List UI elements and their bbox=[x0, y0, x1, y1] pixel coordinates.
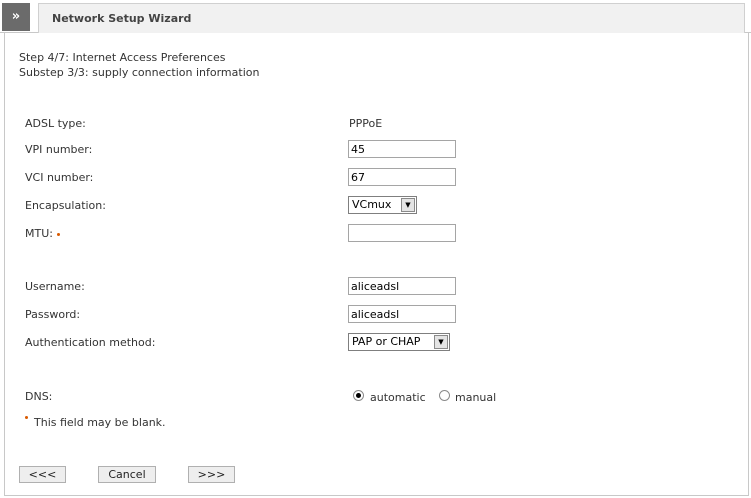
dns-automatic-radio[interactable] bbox=[353, 390, 364, 401]
blank-field-note-text: This field may be blank. bbox=[34, 416, 166, 429]
dns-label: DNS: bbox=[25, 390, 53, 403]
mtu-input[interactable] bbox=[348, 224, 456, 242]
optional-field-marker-icon bbox=[25, 416, 28, 419]
step-title: Step 4/7: Internet Access Preferences bbox=[19, 51, 226, 64]
auth-method-label: Authentication method: bbox=[25, 336, 156, 349]
substep-title: Substep 3/3: supply connection informati… bbox=[19, 66, 260, 79]
encapsulation-select[interactable]: VCmux ▼ bbox=[348, 196, 417, 214]
auth-method-selected-value: PAP or CHAP bbox=[352, 335, 421, 348]
vci-input[interactable] bbox=[348, 168, 456, 186]
expand-nav-button[interactable]: » bbox=[2, 3, 30, 31]
dropdown-arrow-icon: ▼ bbox=[434, 335, 448, 349]
back-button[interactable]: <<< bbox=[19, 466, 66, 483]
mtu-label: MTU: bbox=[25, 227, 60, 240]
dns-manual-label[interactable]: manual bbox=[455, 391, 496, 404]
password-input[interactable] bbox=[348, 305, 456, 323]
adsl-type-value: PPPoE bbox=[349, 117, 383, 130]
username-input[interactable] bbox=[348, 277, 456, 295]
encapsulation-label: Encapsulation: bbox=[25, 199, 106, 212]
cancel-button[interactable]: Cancel bbox=[98, 466, 156, 483]
next-button[interactable]: >>> bbox=[188, 466, 235, 483]
mtu-label-text: MTU: bbox=[25, 227, 53, 240]
password-label: Password: bbox=[25, 308, 81, 321]
vpi-label: VPI number: bbox=[25, 143, 93, 156]
optional-field-marker-icon bbox=[56, 232, 60, 236]
adsl-type-label: ADSL type: bbox=[25, 117, 86, 130]
dns-manual-radio[interactable] bbox=[439, 390, 450, 401]
encapsulation-selected-value: VCmux bbox=[352, 198, 392, 211]
blank-field-note: This field may be blank. bbox=[25, 416, 166, 429]
dropdown-arrow-icon: ▼ bbox=[401, 198, 415, 212]
wizard-header: » Network Setup Wizard bbox=[0, 0, 751, 33]
vci-label: VCI number: bbox=[25, 171, 94, 184]
username-label: Username: bbox=[25, 280, 85, 293]
wizard-title-tab: Network Setup Wizard bbox=[38, 3, 745, 33]
vpi-input[interactable] bbox=[348, 140, 456, 158]
auth-method-select[interactable]: PAP or CHAP ▼ bbox=[348, 333, 450, 351]
page-title: Network Setup Wizard bbox=[52, 12, 192, 25]
dns-automatic-label[interactable]: automatic bbox=[370, 391, 426, 404]
